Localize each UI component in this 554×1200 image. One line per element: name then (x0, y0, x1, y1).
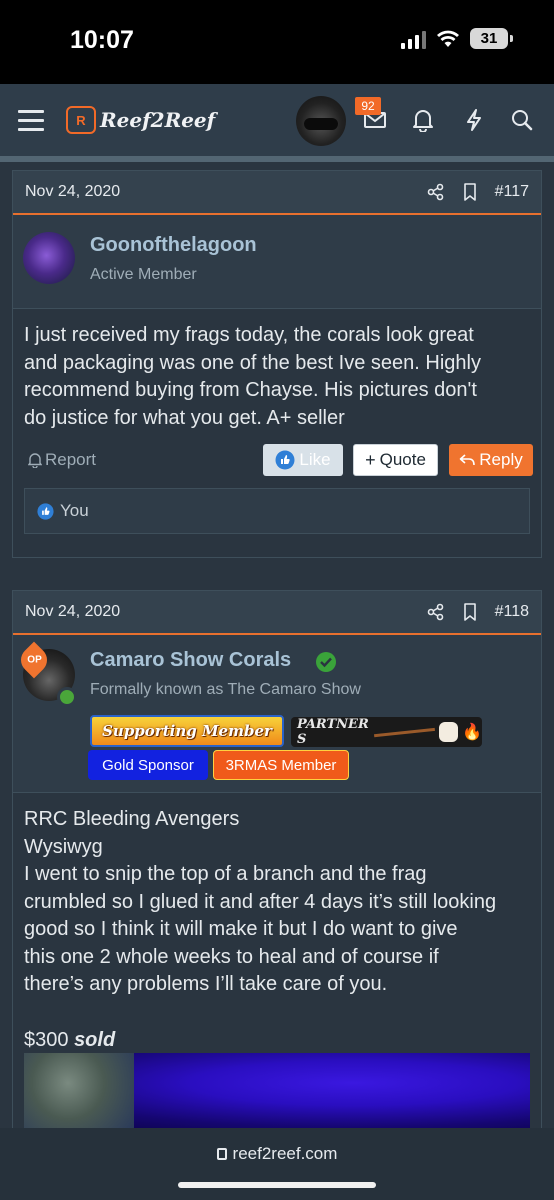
post-text-line: recommend buying from Chayse. His pictur… (24, 379, 477, 401)
bell-icon (413, 110, 433, 132)
site-logo[interactable]: R Reef2Reef (66, 106, 215, 134)
url-text: reef2reef.com (232, 1144, 338, 1163)
post-tools: #118 (427, 603, 529, 621)
status-time: 10:07 (70, 26, 134, 54)
fire-icon: 🔥 (462, 724, 482, 741)
reactions-bar[interactable]: You (24, 488, 530, 534)
post-text-line: good so I think it will make it but I do… (24, 918, 458, 940)
bookmark-icon[interactable] (463, 603, 477, 621)
supporting-member-label: Supporting Member (102, 722, 272, 740)
3rmas-member-tag[interactable]: 3RMAS Member (213, 750, 349, 780)
status-bar: 10:07 31 (0, 0, 554, 84)
reactions-text[interactable]: You (60, 501, 89, 521)
post-text-line: there’s any problems I’ll take care of y… (24, 973, 388, 995)
account-avatar[interactable] (296, 96, 346, 146)
photo-rock-area (24, 1053, 134, 1128)
verified-icon (316, 652, 336, 672)
post-tools: #117 (427, 183, 529, 201)
lightning-icon (467, 109, 481, 131)
post-header: Nov 24, 2020 #118 (13, 591, 541, 635)
search-icon (512, 110, 533, 131)
price-line: $300 sold (24, 1027, 115, 1055)
url-display[interactable]: reef2reef.com (0, 1144, 554, 1164)
gold-sponsor-tag[interactable]: Gold Sponsor (88, 750, 208, 780)
search-button[interactable] (508, 106, 536, 134)
online-status-icon (57, 687, 77, 707)
thumbs-up-icon (275, 450, 295, 470)
user-name[interactable]: Goonofthelagoon (90, 234, 257, 257)
post-body: I just received my frags today, the cora… (24, 322, 481, 432)
report-label: Report (45, 450, 97, 469)
post-date[interactable]: Nov 24, 2020 (25, 183, 427, 201)
share-icon[interactable] (427, 603, 445, 621)
whats-new-button[interactable] (460, 106, 488, 134)
post-text-line: do justice for what you get. A+ seller (24, 406, 345, 429)
quote-button[interactable]: + Quote (353, 444, 438, 476)
app-header: R Reef2Reef (0, 84, 554, 162)
logo-mark-icon: R (66, 106, 96, 134)
bell-icon (28, 453, 42, 468)
signal-icon (401, 29, 426, 49)
post-date[interactable]: Nov 24, 2020 (25, 603, 427, 621)
marshmallow-icon (439, 722, 459, 742)
user-bar: Goonofthelagoon Active Member (13, 215, 541, 309)
post-text-line: I just received my frags today, the cora… (24, 324, 474, 346)
partner-label: PARTNER S (297, 717, 369, 747)
post-text-line: this one 2 whole weeks to heal and of co… (24, 945, 439, 968)
menu-icon[interactable] (18, 110, 44, 132)
alerts-button[interactable] (409, 106, 437, 134)
reply-button[interactable]: Reply (449, 444, 533, 476)
notification-count-badge: 92 (355, 97, 381, 115)
battery-icon: 31 (470, 28, 513, 49)
logo-text: Reef2Reef (100, 108, 216, 132)
quote-label: Quote (379, 450, 426, 469)
home-indicator (178, 1182, 376, 1188)
post-number[interactable]: #118 (495, 603, 529, 621)
post-header: Nov 24, 2020 #117 (13, 171, 541, 215)
post-text-line: and packaging was one of the best Ive se… (24, 351, 481, 374)
user-title: Formally known as The Camaro Show (90, 681, 361, 698)
post-text-line: RRC Bleeding Avengers (24, 808, 240, 830)
user-name[interactable]: Camaro Show Corals (90, 649, 291, 672)
reply-icon (459, 454, 476, 466)
reply-label: Reply (479, 450, 523, 469)
user-title: Active Member (90, 266, 197, 283)
coral-photo[interactable] (24, 1053, 530, 1128)
thumbs-up-icon (37, 502, 54, 520)
user-avatar[interactable] (23, 232, 75, 284)
post-text-line: crumbled so I glued it and after 4 days … (24, 890, 497, 913)
lock-icon (216, 1148, 227, 1160)
plus-icon: + (365, 449, 376, 470)
share-icon[interactable] (427, 183, 445, 201)
post-number[interactable]: #117 (495, 183, 529, 201)
report-link[interactable]: Report (28, 450, 96, 470)
post-text-line: I went to snip the top of a branch and t… (24, 863, 427, 885)
price-status: sold (74, 1029, 116, 1051)
post-body: RRC Bleeding Avengers Wysiwyg I went to … (24, 806, 496, 999)
bookmark-icon[interactable] (463, 183, 477, 201)
op-badge-label: OP (26, 654, 42, 666)
like-label: Like (299, 450, 331, 469)
partner-banner: PARTNER S 🔥 (291, 717, 482, 747)
like-button[interactable]: Like (263, 444, 343, 476)
browser-url-bar[interactable]: reef2reef.com (0, 1128, 554, 1200)
price: $300 (24, 1029, 69, 1051)
wifi-icon (437, 30, 459, 47)
status-icons: 31 (401, 28, 513, 49)
branch-icon (374, 727, 436, 737)
supporting-member-banner: Supporting Member (90, 715, 284, 747)
post-text-line: Wysiwyg (24, 835, 103, 858)
